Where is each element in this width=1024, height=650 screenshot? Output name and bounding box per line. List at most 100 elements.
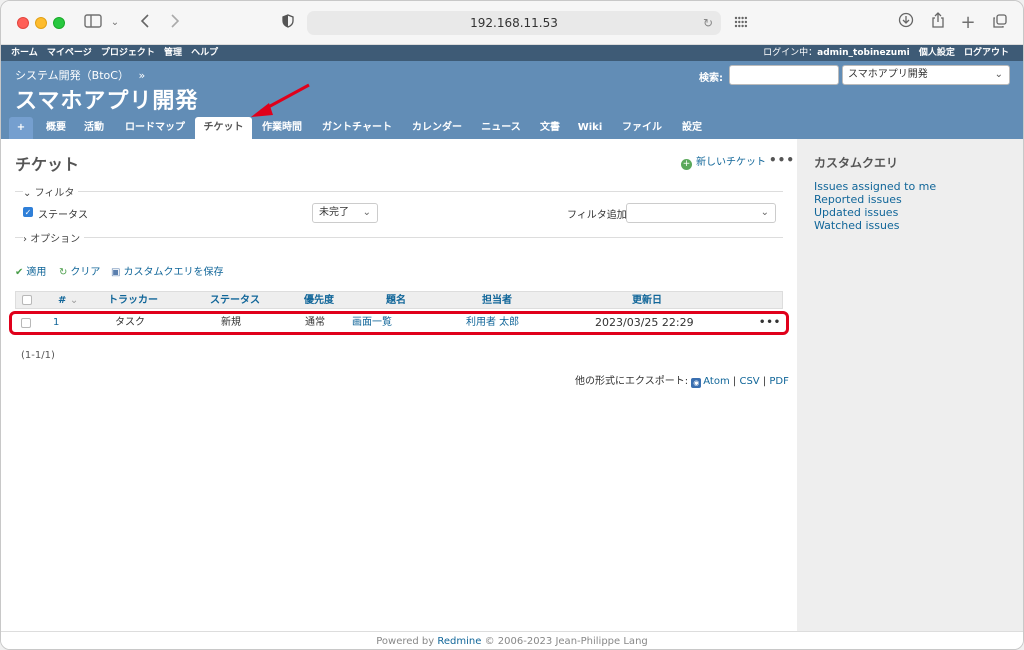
topmenu-help[interactable]: ヘルプ bbox=[191, 48, 218, 58]
tab-activity[interactable]: 活動 bbox=[77, 117, 111, 139]
my-account-link[interactable]: 個人設定 bbox=[919, 48, 955, 58]
logout-link[interactable]: ログアウト bbox=[964, 48, 1009, 58]
apply-button[interactable]: ✔ 適用 bbox=[15, 263, 46, 278]
more-actions-icon[interactable]: ••• bbox=[769, 153, 795, 167]
tab-issues[interactable]: チケット bbox=[195, 117, 252, 139]
column-priority[interactable]: 優先度 bbox=[304, 292, 334, 309]
new-issue-label: 新しいチケット bbox=[696, 157, 766, 168]
export-separator: | bbox=[732, 376, 737, 387]
download-icon[interactable] bbox=[897, 12, 915, 34]
copyright: © 2006-2023 Jean-Philippe Lang bbox=[484, 636, 648, 647]
export-csv-link[interactable]: CSV bbox=[739, 376, 759, 387]
status-operator-select[interactable]: 未完了 ⌄ bbox=[312, 203, 378, 223]
tab-settings[interactable]: 設定 bbox=[675, 117, 709, 139]
chevron-down-icon: ⌄ bbox=[69, 295, 79, 306]
column-tracker[interactable]: トラッカー bbox=[108, 292, 158, 309]
tab-files[interactable]: ファイル bbox=[615, 117, 669, 139]
project-title: スマホアプリ開発 bbox=[15, 89, 199, 114]
check-icon: ✔ bbox=[15, 267, 24, 278]
column-updated[interactable]: 更新日 bbox=[632, 292, 662, 309]
topmenu-projects[interactable]: プロジェクト bbox=[101, 48, 155, 58]
highlight-box bbox=[9, 311, 789, 335]
chevron-down-icon: ⌄ bbox=[362, 207, 371, 218]
chevron-right-icon: › bbox=[23, 234, 27, 245]
tab-documents[interactable]: 文書 bbox=[535, 117, 565, 139]
export-pdf-link[interactable]: PDF bbox=[769, 376, 788, 387]
forward-icon[interactable] bbox=[167, 12, 183, 34]
new-object-button[interactable]: + bbox=[9, 117, 33, 139]
topmenu-home[interactable]: ホーム bbox=[11, 48, 38, 58]
clear-button[interactable]: ↻ クリア bbox=[59, 263, 100, 278]
redmine-link[interactable]: Redmine bbox=[437, 636, 481, 647]
select-all-checkbox[interactable] bbox=[22, 295, 32, 305]
new-tab-icon[interactable]: + bbox=[959, 12, 977, 34]
save-query-label: カスタムクエリを保存 bbox=[123, 267, 224, 278]
tab-overview-icon[interactable] bbox=[991, 12, 1009, 34]
tab-wiki[interactable]: Wiki bbox=[573, 117, 607, 139]
main-content: チケット + 新しいチケット ••• ⌄ フィルタ ✓ ステータス 未完了 ⌄ フ… bbox=[1, 139, 797, 631]
sidebar-query-reported[interactable]: Reported issues bbox=[814, 193, 902, 206]
search-input[interactable] bbox=[729, 65, 839, 85]
sidebar-title: カスタムクエリ bbox=[814, 156, 899, 170]
tab-roadmap[interactable]: ロードマップ bbox=[115, 117, 195, 139]
sidebar-query-watched[interactable]: Watched issues bbox=[814, 219, 899, 232]
back-icon[interactable] bbox=[137, 12, 153, 34]
export-links: 他の形式にエクスポート: ◉ Atom | CSV | PDF bbox=[575, 372, 789, 388]
column-id[interactable]: # ⌄ bbox=[58, 292, 78, 309]
browser-window: ⌄ 192.168.11.53 ↻ + ホーム マイページ プロジェクト 管理 … bbox=[0, 0, 1024, 650]
export-label: 他の形式にエクスポート: bbox=[575, 376, 689, 387]
new-issue-link[interactable]: + 新しいチケット bbox=[681, 153, 766, 170]
add-filter-label: フィルタ追加 bbox=[567, 210, 627, 221]
project-jump-select[interactable]: スマホアプリ開発 ⌄ bbox=[842, 65, 1010, 85]
chevron-down-icon: ⌄ bbox=[994, 69, 1003, 80]
column-status[interactable]: ステータス bbox=[210, 292, 260, 309]
status-filter-checkbox[interactable]: ✓ bbox=[23, 207, 33, 217]
column-assignee[interactable]: 担当者 bbox=[482, 292, 512, 309]
parent-project-link[interactable]: システム開発（BtoC） bbox=[15, 69, 129, 82]
chevron-down-icon: ⌄ bbox=[23, 188, 32, 199]
zoom-window-button[interactable] bbox=[53, 17, 65, 29]
add-filter-select[interactable]: ⌄ bbox=[626, 203, 776, 223]
logged-in-user[interactable]: admin_tobinezumi bbox=[817, 48, 910, 58]
page-title: チケット bbox=[15, 155, 80, 174]
tab-gantt[interactable]: ガントチャート bbox=[315, 117, 399, 139]
column-subject[interactable]: 題名 bbox=[386, 292, 406, 309]
powered-by-label: Powered by bbox=[376, 636, 435, 647]
rss-icon: ◉ bbox=[691, 378, 702, 388]
add-icon: + bbox=[681, 159, 692, 170]
filter-fieldset-border bbox=[15, 191, 783, 192]
browser-toolbar: ⌄ 192.168.11.53 ↻ + bbox=[1, 1, 1023, 45]
topmenu-admin[interactable]: 管理 bbox=[164, 48, 182, 58]
sidebar-query-updated[interactable]: Updated issues bbox=[814, 206, 898, 219]
apply-label: 適用 bbox=[26, 267, 47, 278]
logged-in-label: ログイン中： bbox=[763, 48, 818, 58]
search-label: 検索: bbox=[699, 73, 723, 84]
tab-news[interactable]: ニュース bbox=[475, 117, 527, 139]
parent-project: システム開発（BtoC） » bbox=[15, 67, 145, 83]
share-icon[interactable] bbox=[929, 12, 947, 34]
sidebar: カスタムクエリ Issues assigned to me Reported i… bbox=[797, 139, 1023, 631]
status-filter-label: ステータス bbox=[38, 210, 88, 221]
annotation-arrow-icon bbox=[251, 83, 310, 117]
export-separator: | bbox=[762, 376, 767, 387]
sidebar-toggle-icon[interactable] bbox=[83, 12, 103, 34]
filter-legend[interactable]: ⌄ フィルタ bbox=[23, 184, 79, 199]
options-legend[interactable]: › オプション bbox=[23, 230, 85, 245]
filter-legend-label: フィルタ bbox=[34, 188, 75, 199]
reload-icon[interactable]: ↻ bbox=[703, 11, 713, 35]
close-window-button[interactable] bbox=[17, 17, 29, 29]
grid-icon[interactable] bbox=[733, 12, 749, 34]
minimize-window-button[interactable] bbox=[35, 17, 47, 29]
save-icon: ▣ bbox=[111, 267, 121, 278]
tab-calendar[interactable]: カレンダー bbox=[405, 117, 469, 139]
save-query-button[interactable]: ▣ カスタムクエリを保存 bbox=[111, 263, 223, 278]
tab-overview[interactable]: 概要 bbox=[39, 117, 73, 139]
export-atom-link[interactable]: Atom bbox=[703, 376, 729, 387]
address-bar[interactable]: 192.168.11.53 ↻ bbox=[307, 11, 721, 35]
topmenu-my-page[interactable]: マイページ bbox=[47, 48, 92, 58]
project-jump-value: スマホアプリ開発 bbox=[848, 69, 928, 80]
issues-table-header: # ⌄ トラッカー ステータス 優先度 題名 担当者 更新日 bbox=[15, 291, 783, 309]
privacy-shield-icon[interactable] bbox=[281, 12, 295, 34]
sidebar-query-assigned[interactable]: Issues assigned to me bbox=[814, 180, 936, 193]
chevron-down-icon[interactable]: ⌄ bbox=[109, 12, 121, 34]
